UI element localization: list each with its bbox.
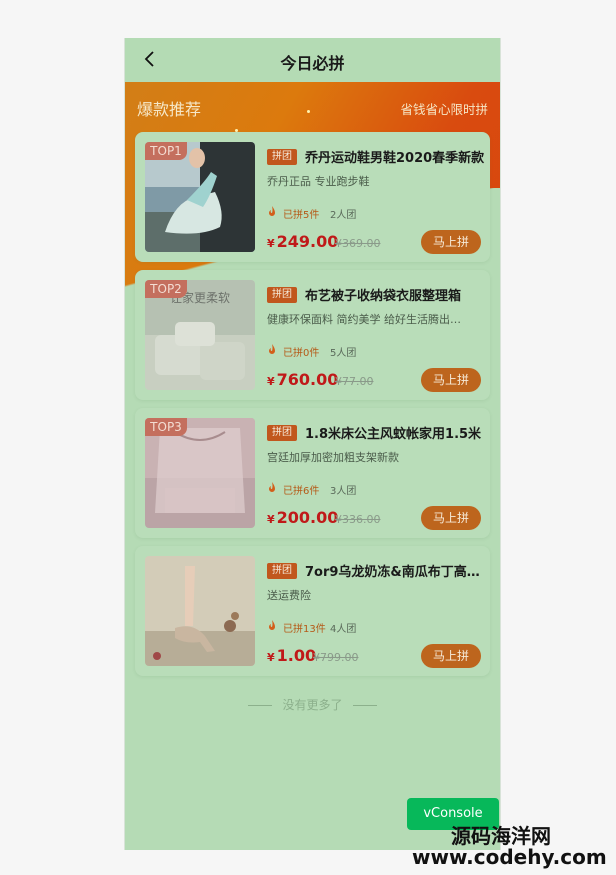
product-name: 乔丹运动鞋男鞋2020春季新款 bbox=[305, 151, 485, 166]
original-price: ¥799.00 bbox=[313, 651, 359, 664]
group-buy-tag: 拼团 bbox=[267, 149, 297, 165]
sold-count: 已拼0件 bbox=[283, 348, 320, 359]
group-buy-tag: 拼团 bbox=[267, 425, 297, 441]
product-name: 1.8米床公主风蚊帐家用1.5米 bbox=[305, 427, 482, 442]
divider-left bbox=[248, 705, 273, 706]
group-size: 5人团 bbox=[330, 348, 357, 359]
price: ¥200.00 bbox=[267, 508, 339, 527]
fire-icon bbox=[269, 620, 275, 630]
no-more-indicator: 没有更多了 bbox=[125, 696, 500, 713]
product-image-canopy-bed[interactable]: TOP3 bbox=[145, 418, 255, 528]
join-group-button[interactable]: 马上拼 bbox=[421, 368, 481, 392]
rank-badge: TOP1 bbox=[145, 142, 187, 160]
rank-badge: TOP3 bbox=[145, 418, 187, 436]
original-price: ¥77.00 bbox=[335, 375, 374, 388]
product-image-heels[interactable] bbox=[145, 556, 255, 666]
join-group-button[interactable]: 马上拼 bbox=[421, 644, 481, 668]
product-desc: 宫廷加厚加密加粗支架新款 bbox=[267, 451, 399, 464]
rank-badge: TOP2 bbox=[145, 280, 187, 298]
divider-right bbox=[352, 705, 377, 706]
product-image-shoes[interactable]: TOP1 bbox=[145, 142, 255, 252]
group-size: 2人团 bbox=[330, 210, 357, 221]
group-size: 3人团 bbox=[330, 486, 357, 497]
fire-icon bbox=[269, 482, 275, 492]
product-desc: 乔丹正品 专业跑步鞋 bbox=[267, 175, 370, 188]
product-desc: 送运费险 bbox=[267, 589, 311, 602]
navbar: 今日必拼 bbox=[125, 38, 500, 82]
group-buy-tag: 拼团 bbox=[267, 287, 297, 303]
product-card[interactable]: 让家更柔软 TOP2 拼团 布艺被子收纳袋衣服整理箱 健康环保面料 简约美学 给… bbox=[135, 270, 490, 400]
product-card[interactable]: 拼团 7or9乌龙奶冻&南瓜布丁高跟鞋 送运费险 已拼13件 4人团 ¥1.00… bbox=[135, 546, 490, 676]
product-card[interactable]: TOP3 拼团 1.8米床公主风蚊帐家用1.5米 宫廷加厚加密加粗支架新款 已拼… bbox=[135, 408, 490, 538]
product-name: 布艺被子收纳袋衣服整理箱 bbox=[305, 289, 462, 304]
banner-title: 爆款推荐 bbox=[137, 100, 202, 119]
group-size: 4人团 bbox=[330, 624, 357, 635]
fire-icon bbox=[269, 206, 275, 216]
join-group-button[interactable]: 马上拼 bbox=[421, 506, 481, 530]
product-card[interactable]: TOP1 拼团 乔丹运动鞋男鞋2020春季新款 乔丹正品 专业跑步鞋 已拼5件 … bbox=[135, 132, 490, 262]
sold-count: 已拼5件 bbox=[283, 210, 320, 221]
join-group-button[interactable]: 马上拼 bbox=[421, 230, 481, 254]
price: ¥249.00 bbox=[267, 232, 339, 251]
sold-count: 已拼6件 bbox=[283, 486, 320, 497]
original-price: ¥336.00 bbox=[335, 513, 381, 526]
product-name: 7or9乌龙奶冻&南瓜布丁高跟鞋 bbox=[305, 565, 485, 580]
watermark-url: www.codehy.com bbox=[412, 845, 607, 869]
phone-screen: 今日必拼 爆款推荐 省钱省心限时拼 TOP1 拼团 乔丹运动鞋男鞋2020春季新… bbox=[124, 38, 501, 850]
original-price: ¥369.00 bbox=[335, 237, 381, 250]
product-image-storage-bags[interactable]: 让家更柔软 TOP2 bbox=[145, 280, 255, 390]
no-more-text: 没有更多了 bbox=[282, 698, 343, 712]
price: ¥760.00 bbox=[267, 370, 339, 389]
price: ¥1.00 bbox=[267, 646, 317, 665]
fire-icon bbox=[269, 344, 275, 354]
sold-count: 已拼13件 bbox=[283, 624, 326, 635]
page-title: 今日必拼 bbox=[280, 54, 345, 73]
product-desc: 健康环保面料 简约美学 给好生活腾出空间 bbox=[267, 313, 467, 326]
banner-subtitle: 省钱省心限时拼 bbox=[400, 102, 488, 117]
group-buy-tag: 拼团 bbox=[267, 563, 297, 579]
